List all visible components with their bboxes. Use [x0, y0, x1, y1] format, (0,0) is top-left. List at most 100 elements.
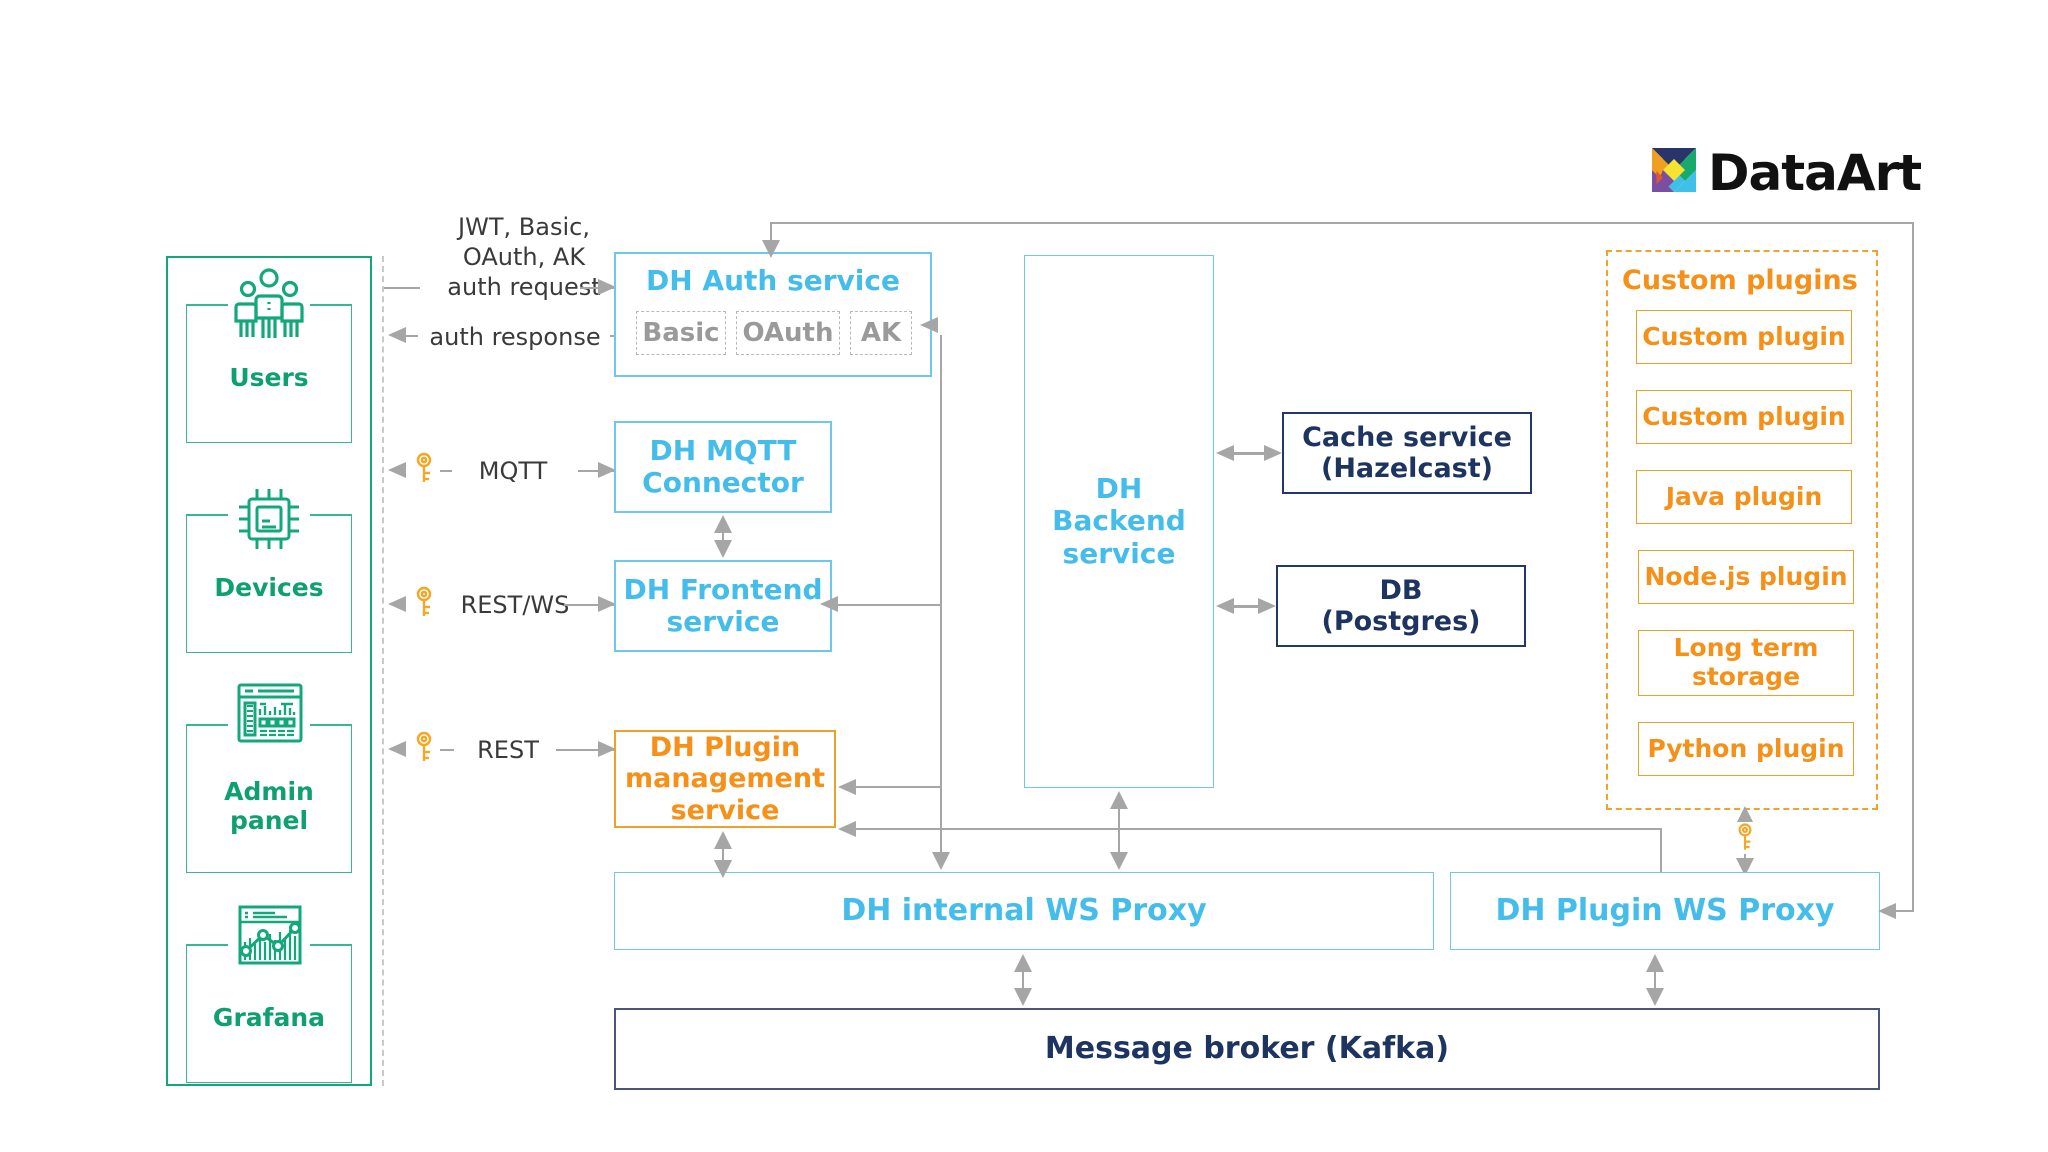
arrow-up	[1108, 789, 1130, 811]
dh-plugin-mgmt-line1: DH Plugin	[649, 732, 801, 764]
key-icon	[1736, 822, 1754, 854]
arrow-down	[930, 850, 952, 872]
message-broker-box[interactable]: Message broker (Kafka)	[614, 1008, 1880, 1090]
plugin-box-4[interactable]: Long term storage	[1638, 630, 1854, 696]
dh-frontend-line2: service	[666, 605, 780, 638]
arrow-up	[1644, 952, 1666, 974]
auth-method-basic[interactable]: Basic	[636, 311, 726, 355]
dh-internal-ws-proxy-box[interactable]: DH internal WS Proxy	[614, 872, 1434, 950]
arrow-right	[1256, 595, 1278, 617]
dh-plugin-ws-proxy-box[interactable]: DH Plugin WS Proxy	[1450, 872, 1880, 950]
arrow-down	[760, 238, 782, 260]
arrow-down	[712, 858, 734, 880]
key-icon	[414, 586, 434, 620]
plugin-box-4-line1: Long term	[1673, 633, 1819, 663]
arrow-left	[818, 593, 840, 615]
users-icon	[234, 268, 304, 342]
mqtt-label: MQTT	[478, 457, 548, 485]
dh-plugin-mgmt-line3: service	[670, 794, 780, 826]
chip-icon	[233, 483, 305, 555]
arrow-left	[386, 738, 408, 760]
plugin-box-5[interactable]: Python plugin	[1638, 722, 1854, 776]
client-label-devices: Devices	[214, 573, 324, 602]
client-label-users: Users	[229, 363, 309, 392]
auth-method-oauth[interactable]: OAuth	[736, 311, 840, 355]
analytics-chart-icon	[237, 904, 303, 966]
arrow-left	[1214, 442, 1236, 464]
client-label-admin-panel: Admin panel	[186, 777, 352, 836]
dh-frontend-service-box[interactable]: DH Frontend service	[614, 560, 832, 652]
box-edge	[186, 944, 228, 946]
dashboard-icon	[236, 682, 304, 744]
dh-mqtt-connector-line1: DH MQTT	[649, 433, 797, 467]
dh-plugin-management-service-box[interactable]: DH Plugin management service	[614, 730, 836, 828]
dh-frontend-line1: DH Frontend	[623, 572, 823, 606]
cache-service-line2: (Hazelcast)	[1321, 453, 1493, 484]
brand-wordmark: DataArt	[1708, 144, 1922, 202]
arrow-down	[1012, 986, 1034, 1008]
db-line1: DB	[1379, 574, 1423, 606]
arrow-left	[386, 459, 408, 481]
key-icon	[414, 731, 434, 765]
arrow-right	[1262, 442, 1284, 464]
dh-backend-service-box[interactable]: DH Backend service	[1024, 255, 1214, 788]
arrow-left	[1214, 595, 1236, 617]
box-edge	[310, 944, 352, 946]
architecture-diagram: DataArt Users Devices Admin panel Grafan…	[0, 0, 2048, 1152]
auth-method-ak[interactable]: AK	[850, 311, 912, 355]
auth-response-label: auth response	[429, 323, 601, 351]
box-edge	[186, 724, 228, 726]
dataart-logo-icon	[1652, 148, 1696, 192]
custom-plugins-title: Custom plugins	[1622, 265, 1858, 296]
plugin-proxy-to-mgmt-v	[1660, 828, 1662, 872]
arrow-down	[1108, 850, 1130, 872]
db-line2: (Postgres)	[1321, 606, 1481, 637]
box-edge	[186, 304, 228, 306]
auth-request-line2: OAuth, AK	[462, 243, 586, 271]
dh-mqtt-connector-line2: Connector	[642, 466, 804, 499]
plugin-box-2[interactable]: Java plugin	[1636, 470, 1852, 524]
auth-route-v-top	[940, 335, 942, 370]
cache-service-box[interactable]: Cache service (Hazelcast)	[1282, 412, 1532, 494]
auth-route-h	[852, 786, 942, 788]
box-edge	[310, 514, 352, 516]
arrow-up	[1012, 952, 1034, 974]
plugin-box-1[interactable]: Custom plugin	[1636, 390, 1852, 444]
box-edge	[310, 304, 352, 306]
arrow-down	[712, 538, 734, 560]
rest-label: REST	[477, 736, 539, 764]
plugin-box-4-line2: storage	[1691, 662, 1801, 691]
arrow-left	[1876, 900, 1898, 922]
dh-backend-line1: DH	[1095, 472, 1143, 506]
plugin-box-3[interactable]: Node.js plugin	[1638, 550, 1854, 604]
plugin-box-0[interactable]: Custom plugin	[1636, 310, 1852, 364]
dh-auth-service-title: DH Auth service	[646, 264, 900, 297]
cache-service-line1: Cache service	[1302, 421, 1512, 453]
client-label-admin-panel-text: Admin panel	[224, 777, 314, 835]
global-route-v-right	[1912, 222, 1914, 910]
dh-mqtt-connector-box[interactable]: DH MQTT Connector	[614, 421, 832, 513]
db-box[interactable]: DB (Postgres)	[1276, 565, 1526, 647]
arrow-left	[386, 324, 408, 346]
box-edge	[310, 724, 352, 726]
mqtt-line	[440, 470, 452, 472]
auth-request-line1: JWT, Basic,	[458, 213, 590, 241]
client-label-grafana: Grafana	[212, 1003, 326, 1032]
box-edge	[186, 514, 228, 516]
trust-boundary-divider	[382, 256, 384, 1086]
key-icon	[414, 452, 434, 486]
arrow-left	[836, 818, 858, 840]
global-route-h-top	[770, 222, 1914, 224]
arrow-up	[712, 513, 734, 535]
arrow-down	[1644, 986, 1666, 1008]
dh-plugin-mgmt-line2: management	[624, 763, 825, 795]
dh-backend-line3: service	[1062, 536, 1176, 570]
plugin-proxy-to-mgmt-h	[852, 828, 1662, 830]
rest-line	[440, 749, 454, 751]
dh-backend-line2: Backend	[1052, 504, 1186, 538]
auth-route-v	[940, 368, 942, 788]
arrow-up	[712, 829, 734, 851]
arrow-left	[918, 314, 940, 336]
frontend-route-h	[832, 604, 942, 606]
arrow-left	[836, 776, 858, 798]
